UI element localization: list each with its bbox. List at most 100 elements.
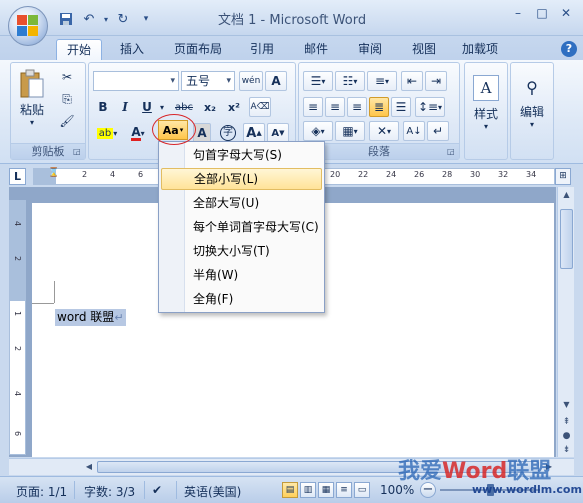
line-spacing-button[interactable]: ↕≡ ▾ [415, 97, 445, 117]
ruler-tick: 28 [442, 170, 453, 179]
quick-access-toolbar: ↶ ▾ ↻ ▾ [56, 10, 156, 28]
redo-button[interactable]: ↻ [113, 10, 133, 28]
select-browse-object-button[interactable]: ● [558, 429, 575, 443]
word-count[interactable]: 字数: 3/3 [84, 483, 135, 500]
scroll-down-button[interactable]: ▼ [558, 397, 575, 413]
brush-icon: 🖌 [59, 114, 75, 128]
zoom-level[interactable]: 100% [380, 483, 414, 497]
highlight-button[interactable]: ab ▾ [93, 123, 121, 143]
menu-item-sentence-case[interactable]: 句首字母大写(S) [161, 144, 322, 166]
clipboard-launcher[interactable]: ◲ [73, 147, 83, 157]
customize-qat-button[interactable]: ▾ [136, 10, 156, 28]
menu-item-toggle-case[interactable]: 切换大小写(T) [161, 240, 322, 262]
sort-button[interactable]: A↓ [403, 121, 425, 141]
scroll-thumb[interactable] [560, 209, 573, 269]
format-painter-button[interactable]: 🖌 [55, 111, 79, 131]
show-marks-button[interactable]: ↵ [427, 121, 449, 141]
underline-button[interactable]: U [137, 97, 157, 117]
menu-item-uppercase[interactable]: 全部大写(U) [161, 192, 322, 214]
indent-marker-icon[interactable]: ⌛ [48, 168, 59, 178]
align-left-button[interactable]: ≡ [303, 97, 323, 117]
paragraph-launcher[interactable]: ◲ [447, 147, 457, 157]
copy-button[interactable]: ⎘ [55, 89, 79, 109]
increase-indent-button[interactable]: ⇥ [425, 71, 447, 91]
full-screen-reading-button[interactable]: ▥ [300, 482, 316, 498]
language-indicator[interactable]: 英语(美国) [184, 483, 241, 500]
scroll-left-button[interactable]: ◀ [81, 459, 97, 475]
save-button[interactable] [56, 10, 76, 28]
shading-button[interactable]: ◈ ▾ [303, 121, 333, 141]
font-size-combo[interactable]: 五号 ▾ [181, 71, 235, 91]
proofing-icon[interactable]: ✔ [152, 483, 162, 497]
binoculars-icon: ⚲ [526, 77, 538, 97]
tab-references[interactable]: 引用 [240, 39, 284, 60]
multilevel-list-button[interactable]: ≡ ▾ [367, 71, 397, 91]
paste-dropdown-icon: ▾ [29, 118, 34, 127]
menu-item-half-width[interactable]: 半角(W) [161, 264, 322, 286]
font-color-button[interactable]: A ▾ [125, 123, 151, 143]
quick-styles-button[interactable]: A 样式 ▾ [467, 67, 505, 139]
outline-view-button[interactable]: ≡ [336, 482, 352, 498]
vertical-scrollbar[interactable]: ▲ ▼ ⇞ ● ⇟ [557, 187, 574, 457]
superscript-button[interactable]: x² [223, 97, 245, 117]
subscript-button[interactable]: x₂ [199, 97, 221, 117]
scroll-up-button[interactable]: ▲ [558, 187, 575, 203]
shrink-font-button[interactable]: A ▼ [267, 123, 289, 143]
close-button[interactable]: ✕ [555, 4, 577, 22]
paste-button[interactable]: 粘贴 ▾ [15, 67, 49, 129]
office-button[interactable] [8, 6, 48, 46]
tab-selector[interactable]: L [9, 168, 26, 185]
previous-page-button[interactable]: ⇞ [558, 415, 575, 429]
undo-dropdown[interactable]: ▾ [102, 10, 110, 28]
minimize-button[interactable]: – [507, 4, 529, 22]
char-border-button[interactable]: A [265, 71, 287, 91]
vertical-ruler[interactable]: 4 2 1 2 4 6 [9, 200, 26, 455]
undo-button[interactable]: ↶ [79, 10, 99, 28]
justify-icon: ≣ [373, 100, 385, 114]
bullets-button[interactable]: ☰ ▾ [303, 71, 333, 91]
next-page-button[interactable]: ⇟ [558, 443, 575, 457]
maximize-button[interactable]: □ [531, 4, 553, 22]
menu-item-lowercase[interactable]: 全部小写(L) [161, 168, 322, 190]
justify-button[interactable]: ≣ [369, 97, 389, 117]
editing-button[interactable]: ⚲ 编辑 ▾ [513, 67, 551, 139]
paste-label: 粘贴 [19, 103, 44, 117]
tab-mailings[interactable]: 邮件 [294, 39, 338, 60]
page-count[interactable]: 页面: 1/1 [16, 483, 67, 500]
align-center-button[interactable]: ≡ [325, 97, 345, 117]
window-controls: – □ ✕ [507, 4, 577, 22]
menu-item-capitalize-each-word[interactable]: 每个单词首字母大写(C) [161, 216, 322, 238]
distributed-button[interactable]: ☰ [391, 97, 411, 117]
draft-view-button[interactable]: ▭ [354, 482, 370, 498]
menu-item-full-width[interactable]: 全角(F) [161, 288, 322, 310]
italic-button[interactable]: I [115, 97, 135, 117]
highlighter-icon: ab [96, 127, 114, 139]
multilevel-list-icon: ≡ [374, 74, 386, 88]
tab-review[interactable]: 审阅 [348, 39, 392, 60]
decrease-indent-button[interactable]: ⇤ [401, 71, 423, 91]
view-ruler-button[interactable]: ⊞ [555, 168, 571, 185]
print-layout-view-button[interactable]: ▤ [282, 482, 298, 498]
numbering-button[interactable]: ☷ ▾ [335, 71, 365, 91]
bold-button[interactable]: B [93, 97, 113, 117]
phonetic-guide-button[interactable]: wén [239, 71, 263, 91]
indent-icon: ⇥ [430, 74, 442, 88]
tab-insert[interactable]: 插入 [110, 39, 154, 60]
tab-addins[interactable]: 加载项 [452, 39, 508, 60]
help-button[interactable]: ? [561, 41, 577, 57]
grow-font-button[interactable]: A ▲ [243, 123, 265, 143]
tab-page-layout[interactable]: 页面布局 [164, 39, 232, 60]
align-right-button[interactable]: ≡ [347, 97, 367, 117]
clear-formatting-button[interactable]: A⌫ [249, 97, 271, 117]
cut-button[interactable]: ✂ [55, 67, 79, 87]
borders-button[interactable]: ▦ ▾ [335, 121, 365, 141]
sort-icon: A↓ [406, 125, 422, 137]
asian-layout-button[interactable]: ✕ ▾ [369, 121, 399, 141]
ribbon-tabs: 开始 插入 页面布局 引用 邮件 审阅 视图 加载项 ? [0, 36, 583, 60]
enclose-chars-button[interactable]: 字 [217, 123, 239, 143]
font-name-combo[interactable]: ▾ [93, 71, 179, 91]
tab-home[interactable]: 开始 [56, 39, 103, 60]
selected-text[interactable]: word 联盟↵ [55, 309, 126, 326]
web-layout-button[interactable]: ▦ [318, 482, 334, 498]
tab-view[interactable]: 视图 [402, 39, 446, 60]
